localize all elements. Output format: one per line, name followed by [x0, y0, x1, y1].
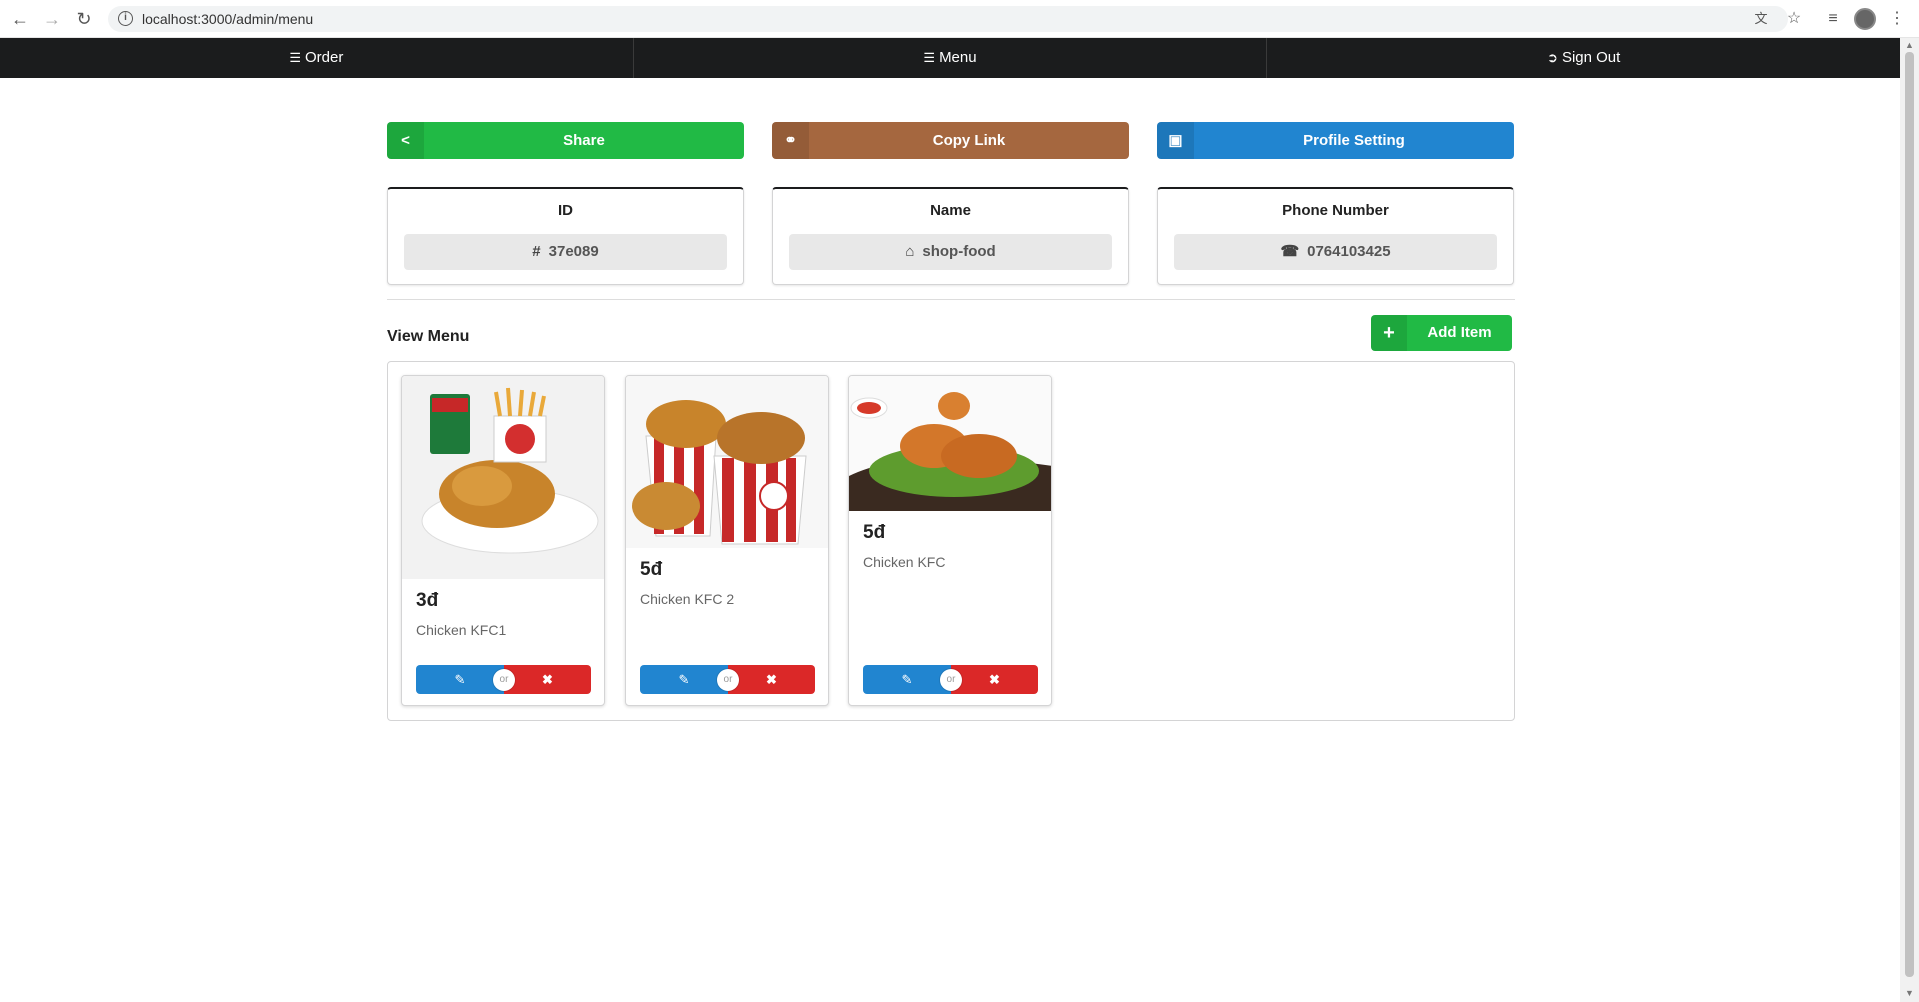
- top-navbar: ☰ Order ☰ Menu ➲ Sign Out: [0, 38, 1900, 78]
- add-item-label: Add Item: [1427, 324, 1492, 341]
- edit-button[interactable]: ✎: [416, 665, 504, 694]
- menu-item-card: 3đ Chicken KFC1 ✎ ✖ or: [401, 375, 605, 706]
- item-price: 5đ: [863, 522, 886, 543]
- item-name: Chicken KFC 2: [640, 591, 735, 607]
- close-icon: ✖: [542, 672, 553, 687]
- or-divider: or: [940, 669, 962, 691]
- id-value: 37e089: [548, 243, 599, 260]
- name-value: shop-food: [922, 243, 996, 260]
- item-name: Chicken KFC: [863, 554, 946, 570]
- share-icon: <: [387, 122, 424, 159]
- delete-button[interactable]: ✖: [728, 665, 815, 694]
- item-name: Chicken KFC1: [416, 622, 507, 638]
- product-image: [849, 376, 1051, 511]
- product-image: [402, 376, 604, 579]
- nav-item-label: Order: [304, 49, 344, 66]
- site-info-icon[interactable]: i: [118, 11, 133, 26]
- reading-list-icon[interactable]: ≡: [1822, 8, 1844, 30]
- home-icon: ⌂: [905, 243, 915, 260]
- hashtag-icon: #: [532, 243, 541, 260]
- item-price: 3đ: [416, 590, 439, 611]
- phone-header: Phone Number: [1282, 202, 1389, 219]
- delete-button[interactable]: ✖: [504, 665, 591, 694]
- forward-arrow-icon[interactable]: →: [40, 8, 64, 32]
- phone-icon: ☎: [1280, 243, 1300, 260]
- id-value-box: #37e089: [404, 234, 727, 270]
- list-icon: ☰: [289, 50, 301, 65]
- copy-link-button[interactable]: ⚭ Copy Link: [772, 122, 1129, 159]
- link-icon: ⚭: [772, 122, 809, 159]
- nav-item-label: Sign Out: [1561, 49, 1621, 66]
- pencil-icon: ✎: [454, 672, 466, 687]
- phone-card: Phone Number ☎ 0764103425: [1157, 187, 1514, 285]
- edit-button[interactable]: ✎: [640, 665, 728, 694]
- view-menu-title: View Menu: [387, 328, 470, 345]
- more-options-icon[interactable]: ⋮: [1886, 8, 1908, 30]
- delete-button[interactable]: ✖: [951, 665, 1038, 694]
- name-card: Name ⌂ shop-food: [772, 187, 1129, 285]
- profile-setting-label: Profile Setting: [1303, 132, 1405, 149]
- back-arrow-icon[interactable]: ←: [8, 8, 32, 32]
- nav-item-label: Menu: [939, 49, 977, 66]
- phone-value: 0764103425: [1307, 243, 1391, 260]
- nav-item-sign-out[interactable]: ➲ Sign Out: [1267, 38, 1900, 78]
- share-button[interactable]: < Share: [387, 122, 744, 159]
- pencil-icon: ✎: [678, 672, 690, 687]
- translate-icon[interactable]: 文: [1750, 8, 1772, 30]
- id-header: ID: [558, 202, 573, 219]
- add-item-button[interactable]: + Add Item: [1371, 315, 1512, 351]
- pencil-icon: ✎: [901, 672, 913, 687]
- scroll-up-icon[interactable]: ▲: [1905, 40, 1914, 50]
- address-bar[interactable]: i localhost:3000/admin/menu: [108, 6, 1788, 32]
- scrollbar-thumb[interactable]: [1905, 52, 1914, 977]
- product-image: [626, 376, 828, 548]
- item-price: 5đ: [640, 559, 663, 580]
- plus-icon: +: [1371, 315, 1407, 351]
- name-value-box: ⌂ shop-food: [789, 234, 1112, 270]
- menu-item-card: 5đ Chicken KFC 2 ✎ ✖ or: [625, 375, 829, 706]
- nav-item-menu[interactable]: ☰ Menu: [634, 38, 1268, 78]
- url-text: localhost:3000/admin/menu: [142, 11, 314, 27]
- share-label: Share: [563, 132, 605, 149]
- profile-setting-button[interactable]: ▣ Profile Setting: [1157, 122, 1514, 159]
- scroll-down-icon[interactable]: ▼: [1905, 988, 1914, 998]
- sign-out-icon: ➲: [1547, 50, 1558, 65]
- browser-toolbar: ← → ↻ i localhost:3000/admin/menu 文 ☆ ≡ …: [0, 0, 1919, 38]
- copy-link-label: Copy Link: [932, 132, 1006, 149]
- id-card: ID #37e089: [387, 187, 744, 285]
- or-divider: or: [493, 669, 515, 691]
- page-scrollbar[interactable]: ▲ ▼: [1900, 38, 1919, 1002]
- edit-button[interactable]: ✎: [863, 665, 951, 694]
- or-divider: or: [717, 669, 739, 691]
- item-actions: ✎ ✖ or: [863, 665, 1038, 694]
- menu-item-card: 5đ Chicken KFC ✎ ✖ or: [848, 375, 1052, 706]
- briefcase-icon: ▣: [1157, 122, 1194, 159]
- list-icon: ☰: [923, 50, 936, 65]
- star-icon[interactable]: ☆: [1783, 8, 1805, 30]
- reload-icon[interactable]: ↻: [72, 8, 96, 32]
- section-divider: [387, 299, 1515, 300]
- close-icon: ✖: [989, 672, 1000, 687]
- name-header: Name: [930, 202, 971, 219]
- profile-avatar[interactable]: [1854, 8, 1876, 30]
- nav-item-order[interactable]: ☰ Order: [0, 38, 634, 78]
- item-actions: ✎ ✖ or: [640, 665, 815, 694]
- item-actions: ✎ ✖ or: [416, 665, 591, 694]
- close-icon: ✖: [766, 672, 777, 687]
- phone-value-box: ☎ 0764103425: [1174, 234, 1497, 270]
